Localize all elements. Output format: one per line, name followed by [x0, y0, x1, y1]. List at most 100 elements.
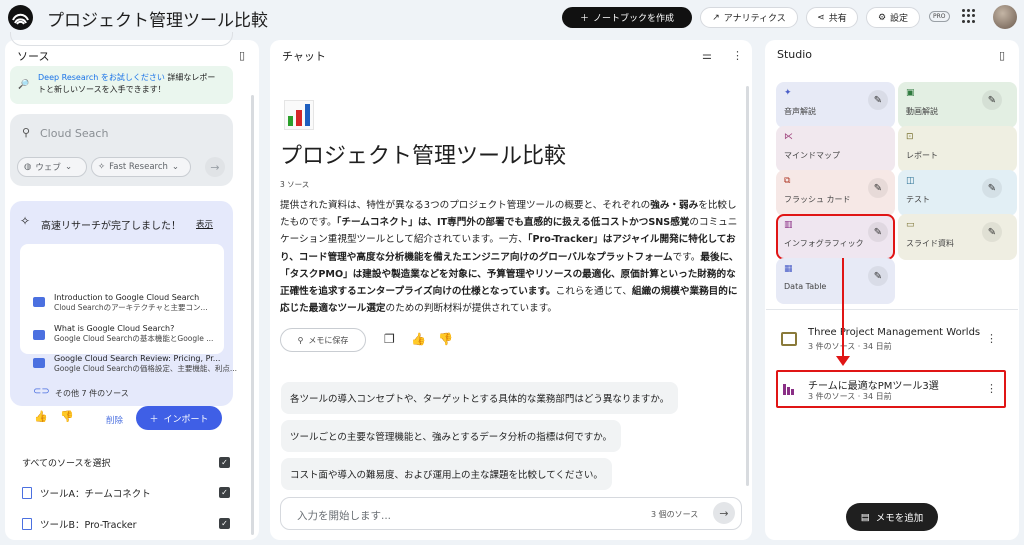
chat-summary: 提供された資料は、特性が異なる3つのプロジェクト管理ツールの概要と、それぞれの強… [280, 197, 742, 317]
settings-label: 設定 [890, 14, 909, 24]
fast-research-label: Fast Research [109, 162, 168, 172]
studio-panel-title: Studio [777, 48, 813, 61]
summary-seg-bold: 強み・弱み [650, 200, 699, 211]
summary-seg: 提供された資料は、特性が異なる3つのプロジェクト管理ツールの概要と、それぞれの [280, 200, 651, 211]
studio-tile-infographic[interactable]: ▥ インフォグラフィック ✎ [776, 214, 895, 260]
web-page-icon [33, 330, 45, 340]
apps-grid-icon[interactable] [962, 9, 976, 23]
web-chip-label: ウェブ [35, 163, 61, 173]
share-button[interactable]: ⋖ 共有 [806, 7, 858, 28]
collapse-panel-icon[interactable]: ▯ [999, 49, 1005, 62]
web-source-select[interactable]: ◍ ウェブ ⌄ [17, 157, 87, 177]
source-item-label[interactable]: ツールB：Pro-Tracker [40, 517, 137, 531]
result-item-title: Google Cloud Search Review: Pricing, Pr.… [54, 354, 221, 363]
chat-scrollbar[interactable] [746, 86, 749, 486]
result-item-text: What is Google Cloud Search? Google Clou… [54, 324, 213, 344]
suggested-question[interactable]: コスト面や導入の難易度、および運用上の主な課題を比較してください。 [281, 458, 612, 490]
studio-tile-video[interactable]: ▣ 動画解説 ✎ [898, 82, 1017, 128]
studio-tile-flashcard[interactable]: ⧉ フラッシュ カード ✎ [776, 170, 895, 216]
result-item[interactable] [33, 330, 45, 340]
studio-note-item[interactable]: Three Project Management Worlds 3 件のソース … [776, 322, 1008, 358]
tune-icon[interactable]: ⚌ [702, 49, 712, 62]
app-logo[interactable] [8, 5, 33, 30]
edit-icon[interactable]: ✎ [868, 222, 888, 242]
chat-input-source-count: 3 個のソース [651, 510, 699, 519]
more-vert-icon[interactable]: ⋮ [986, 382, 997, 395]
note-title: チームに最適なPMツール3選 [808, 381, 939, 392]
thumbs-up-icon[interactable]: 👍 [34, 410, 48, 423]
add-note-label: メモを追加 [875, 513, 924, 524]
chat-input[interactable]: 入力を開始します... [297, 508, 391, 523]
settings-button[interactable]: ⚙ 設定 [866, 7, 920, 28]
studio-tile-audio[interactable]: ✦ 音声解説 ✎ [776, 82, 895, 128]
result-item-text: Google Cloud Search Review: Pricing, Pr.… [54, 354, 237, 374]
more-sources-label[interactable]: その他 7 件のソース [55, 388, 129, 399]
edit-icon[interactable]: ✎ [868, 178, 888, 198]
tile-label: インフォグラフィック [784, 239, 864, 248]
analytics-label: アナリティクス [723, 14, 786, 24]
suggested-question[interactable]: ツールごとの主要な管理機能と、強みとするデータ分析の指標は何ですか。 [281, 420, 622, 452]
studio-tile-slides[interactable]: ▭ スライド資料 ✎ [898, 214, 1017, 260]
add-source-button-stub[interactable] [10, 32, 233, 46]
infographic-icon: ▥ [784, 220, 793, 230]
document-icon [22, 518, 32, 530]
source-item-label[interactable]: ツールA：チームコネクト [40, 486, 151, 500]
summary-seg-bold: 「チームコネクト」は、IT専門外の部署でも直感的に扱える低コストかつSNS感覚 [336, 217, 690, 229]
note-subtitle: 3 件のソース · 34 日前 [808, 342, 892, 351]
result-item[interactable] [33, 358, 45, 368]
source-checkbox[interactable]: ✓ [219, 518, 230, 529]
quiz-icon: ◫ [906, 176, 915, 186]
report-icon: ⊡ [906, 132, 914, 142]
video-icon: ▣ [906, 88, 915, 98]
import-button[interactable]: ＋ インポート [136, 406, 222, 430]
studio-panel-header: Studio ▯ [765, 40, 1019, 70]
summary-seg: です。 [672, 251, 701, 263]
add-note-button[interactable]: ▤ メモを追加 [846, 503, 938, 531]
create-notebook-button[interactable]: ＋ ノートブックを作成 [562, 7, 692, 28]
sources-panel-title: ソース [17, 50, 50, 63]
send-button[interactable]: → [713, 502, 735, 524]
show-results-link[interactable]: 表示 [196, 218, 213, 230]
result-item-snippet: Google Cloud Searchの基本機能とGoogle ... [54, 334, 214, 343]
edit-icon[interactable]: ✎ [982, 222, 1002, 242]
tile-label: 動画解説 [906, 107, 938, 116]
result-item-title: What is Google Cloud Search? [54, 324, 175, 333]
notebook-title[interactable]: プロジェクト管理ツール比較 [47, 6, 268, 31]
delete-results-button[interactable]: 削除 [106, 414, 123, 426]
sources-scrollbar[interactable] [251, 95, 254, 535]
analytics-button[interactable]: ↗ アナリティクス [700, 7, 798, 28]
thumbs-up-icon[interactable]: 👍 [411, 332, 426, 346]
select-all-checkbox[interactable]: ✓ [219, 457, 230, 468]
deep-research-link[interactable]: Deep Research をお試しください [38, 73, 165, 82]
tile-label: レポート [906, 151, 938, 160]
edit-icon[interactable]: ✎ [982, 178, 1002, 198]
search-submit-button[interactable]: → [205, 157, 225, 177]
result-item[interactable] [33, 297, 45, 307]
source-checkbox[interactable]: ✓ [219, 487, 230, 498]
collapse-panel-icon[interactable]: ▯ [239, 49, 245, 62]
edit-icon[interactable]: ✎ [868, 266, 888, 286]
source-search-input[interactable]: Cloud Seach [40, 127, 108, 140]
more-vert-icon[interactable]: ⋮ [732, 49, 743, 62]
edit-icon[interactable]: ✎ [982, 90, 1002, 110]
copy-icon[interactable]: ❐ [384, 332, 395, 346]
summary-seg: これらを通じて、 [555, 286, 632, 298]
tile-label: フラッシュ カード [784, 195, 851, 204]
studio-tile-mindmap[interactable]: ⋉ マインドマップ [776, 126, 895, 172]
gear-icon: ⚙ [877, 12, 887, 23]
avatar[interactable] [993, 5, 1017, 29]
result-item-snippet: Google Cloud Searchの価格設定、主要機能、利点... [54, 364, 238, 373]
save-to-memo-button[interactable]: ⚲ メモに保存 [280, 328, 366, 352]
thumbs-down-icon[interactable]: 👎 [60, 410, 74, 423]
studio-tile-quiz[interactable]: ◫ テスト ✎ [898, 170, 1017, 216]
suggested-question[interactable]: 各ツールの導入コンセプトや、ターゲットとする具体的な業務部門はどう異なりますか。 [281, 382, 679, 414]
research-mode-select[interactable]: ✧ Fast Research ⌄ [91, 157, 191, 177]
tile-label: マインドマップ [784, 151, 840, 160]
chat-notebook-title: プロジェクト管理ツール比較 [280, 144, 567, 169]
thumbs-down-icon[interactable]: 👎 [438, 332, 453, 346]
edit-icon[interactable]: ✎ [868, 90, 888, 110]
studio-tile-report[interactable]: ⊡ レポート [898, 126, 1017, 172]
more-vert-icon[interactable]: ⋮ [986, 332, 997, 345]
studio-tile-data-table[interactable]: ▦ Data Table ✎ [776, 258, 895, 304]
studio-note-item-highlighted[interactable]: チームに最適なPMツール3選 3 件のソース · 34 日前 ⋮ [776, 370, 1006, 408]
